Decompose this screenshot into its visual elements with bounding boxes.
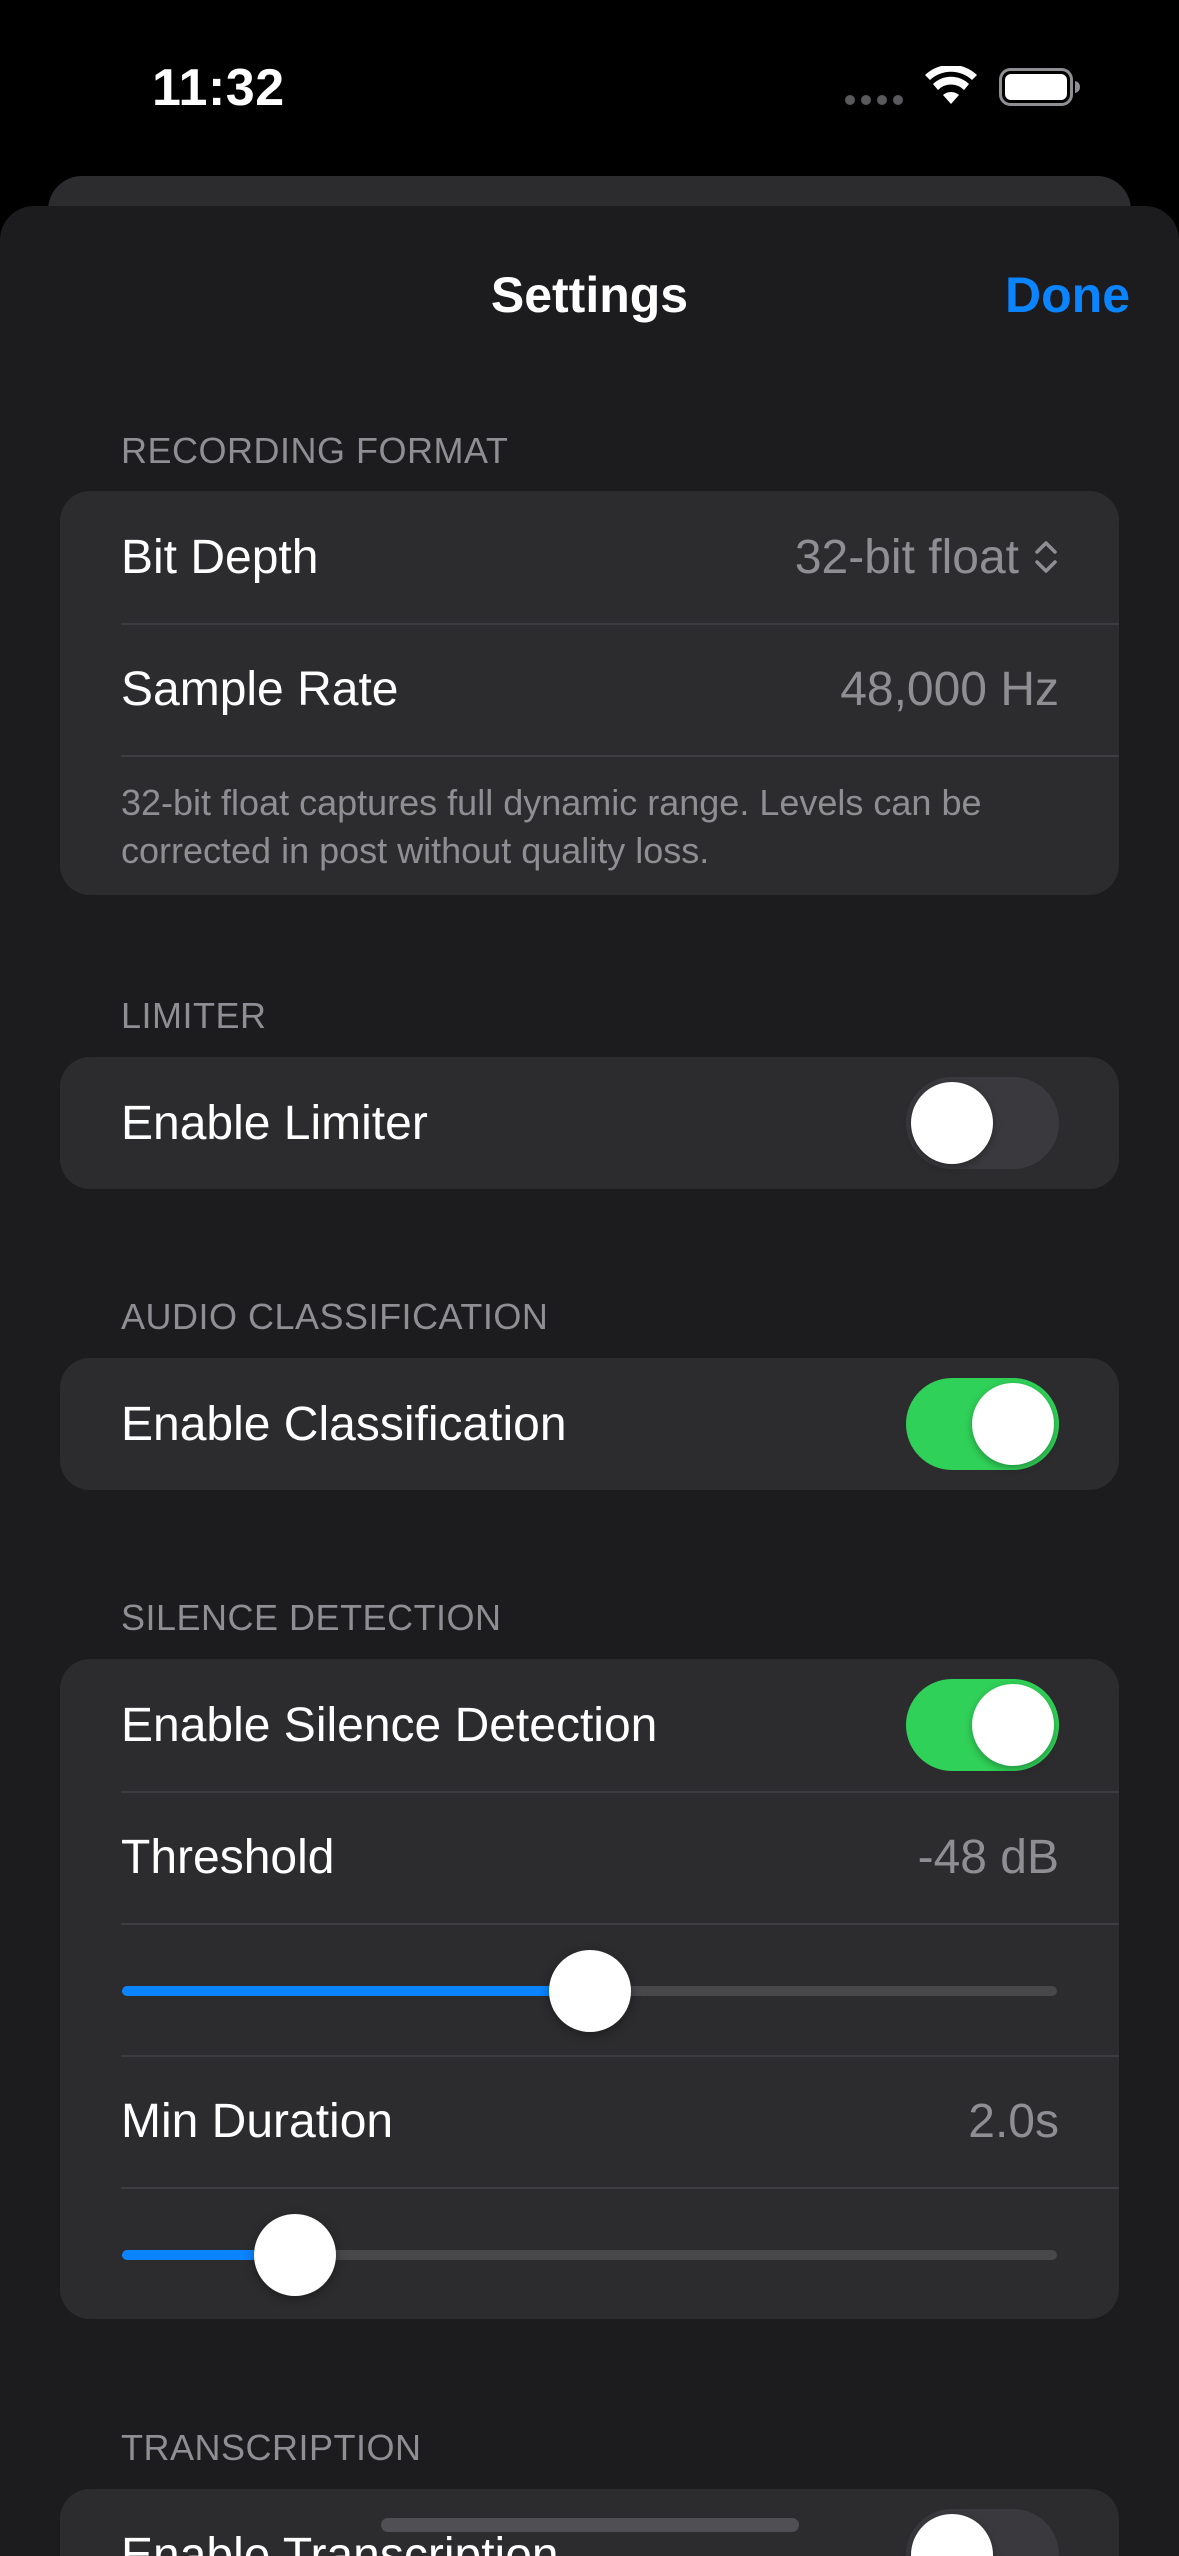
recording-format-footnote: 32-bit float captures full dynamic range… <box>60 755 1119 895</box>
battery-icon <box>999 68 1080 106</box>
sample-rate-value: 48,000 Hz <box>840 662 1059 716</box>
section-header-recording-format: Recording Format <box>121 430 509 471</box>
toggle-knob <box>911 1082 993 1164</box>
bit-depth-row[interactable]: Bit Depth 32-bit float <box>60 491 1119 623</box>
wifi-icon <box>925 66 977 104</box>
min-duration-slider-thumb[interactable] <box>253 2214 336 2296</box>
enable-classification-row: Enable Classification <box>60 1358 1119 1490</box>
min-duration-label: Min Duration <box>121 2094 394 2148</box>
min-duration-slider-row <box>60 2187 1119 2319</box>
sample-rate-row: Sample Rate 48,000 Hz <box>60 623 1119 755</box>
recording-format-group: Bit Depth 32-bit float Sample Rate 48,00… <box>60 491 1119 895</box>
enable-limiter-label: Enable Limiter <box>121 1096 428 1150</box>
bit-depth-value: 32-bit float <box>794 530 1019 584</box>
threshold-label: Threshold <box>121 1830 335 1884</box>
toggle-knob <box>972 1383 1054 1465</box>
status-time: 11:32 <box>152 59 285 117</box>
toggle-knob <box>972 1684 1054 1766</box>
screen: 11:32 Settings Done Recording Format Bit… <box>0 0 1179 2556</box>
section-header-limiter: Limiter <box>121 995 267 1036</box>
enable-limiter-toggle[interactable] <box>906 1077 1059 1169</box>
section-header-transcription: Transcription <box>121 2427 422 2468</box>
sample-rate-label: Sample Rate <box>121 662 399 716</box>
settings-sheet: Settings Done Recording Format Bit Depth… <box>0 206 1179 2556</box>
threshold-slider-fill <box>122 1986 590 1996</box>
threshold-value: -48 dB <box>917 1830 1059 1884</box>
section-header-audio-classification: Audio Classification <box>121 1296 549 1337</box>
page-title: Settings <box>490 267 689 323</box>
enable-silence-detection-label: Enable Silence Detection <box>121 1698 658 1752</box>
cellular-dots-icon <box>845 95 905 105</box>
enable-transcription-toggle[interactable] <box>906 2509 1059 2556</box>
done-button[interactable]: Done <box>1005 266 1130 324</box>
min-duration-row: Min Duration 2.0s <box>60 2055 1119 2187</box>
chevron-up-down-icon <box>1035 541 1057 573</box>
threshold-slider-row <box>60 1923 1119 2055</box>
home-indicator <box>381 2518 799 2532</box>
limiter-group: Enable Limiter <box>60 1057 1119 1189</box>
bit-depth-label: Bit Depth <box>121 530 319 584</box>
min-duration-value: 2.0s <box>968 2094 1059 2148</box>
threshold-row: Threshold -48 dB <box>60 1791 1119 1923</box>
threshold-slider-thumb[interactable] <box>548 1950 631 2032</box>
section-header-silence-detection: Silence Detection <box>121 1597 502 1638</box>
audio-classification-group: Enable Classification <box>60 1358 1119 1490</box>
enable-limiter-row: Enable Limiter <box>60 1057 1119 1189</box>
silence-detection-group: Enable Silence Detection Threshold -48 d… <box>60 1659 1119 2319</box>
threshold-slider[interactable] <box>122 1950 1057 2032</box>
enable-silence-detection-toggle[interactable] <box>906 1679 1059 1771</box>
enable-silence-detection-row: Enable Silence Detection <box>60 1659 1119 1791</box>
bit-depth-picker[interactable]: 32-bit float <box>795 530 1059 585</box>
toggle-knob <box>911 2514 993 2556</box>
min-duration-slider[interactable] <box>122 2214 1057 2296</box>
enable-classification-toggle[interactable] <box>906 1378 1059 1470</box>
enable-classification-label: Enable Classification <box>121 1397 567 1451</box>
